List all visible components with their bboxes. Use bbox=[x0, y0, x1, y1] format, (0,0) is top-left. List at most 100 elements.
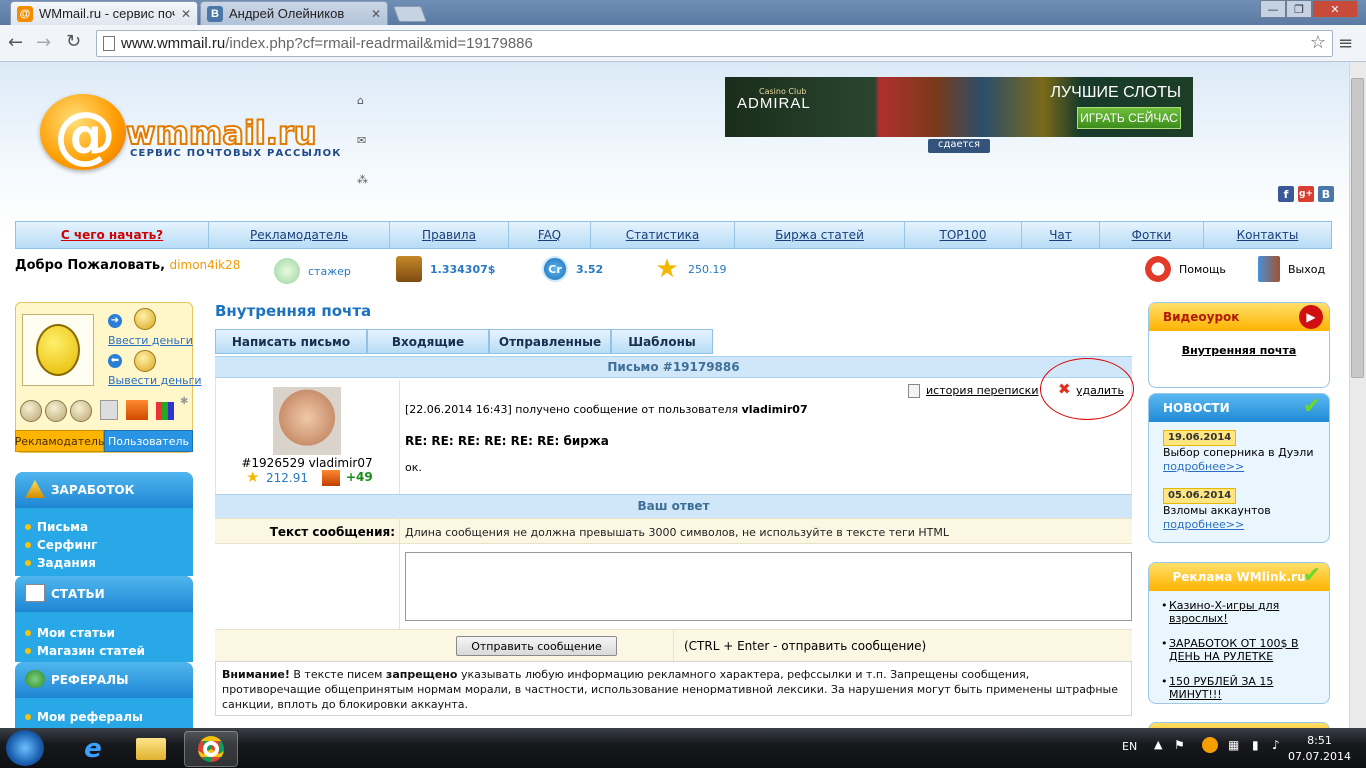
bookmark-star-icon[interactable]: ☆ bbox=[1310, 32, 1326, 53]
role-advertiser-button[interactable]: Рекламодатель bbox=[15, 430, 104, 452]
role-user-button[interactable]: Пользователь bbox=[104, 430, 193, 452]
reload-icon[interactable]: ↻ bbox=[66, 31, 81, 52]
news-more-link[interactable]: подробнее>> bbox=[1163, 460, 1244, 473]
help-link[interactable]: Помощь bbox=[1145, 256, 1226, 282]
chrome-taskbar-icon[interactable] bbox=[184, 731, 238, 767]
clock[interactable]: 8:51 07.07.2014 bbox=[1288, 733, 1351, 765]
main-nav: С чего начать? Рекламодатель Правила FAQ… bbox=[15, 221, 1332, 249]
video-lesson-link[interactable]: Внутренняя почта bbox=[1149, 331, 1329, 357]
video-lesson-header[interactable]: Видеоурок ▶ bbox=[1149, 303, 1329, 331]
deposit-link[interactable]: Ввести деньги bbox=[108, 334, 193, 347]
news-title: НОВОСТИ bbox=[1163, 401, 1230, 415]
news-more-link[interactable]: подробнее>> bbox=[1163, 518, 1244, 531]
balance-value[interactable]: 1.334307$ bbox=[430, 263, 495, 276]
gear-icon[interactable]: ✱ bbox=[180, 396, 188, 407]
scrollbar-thumb[interactable] bbox=[1351, 78, 1364, 378]
withdraw-link[interactable]: Вывести деньги bbox=[108, 374, 202, 387]
back-icon[interactable]: ← bbox=[8, 32, 23, 53]
forward-icon[interactable]: → bbox=[36, 32, 51, 53]
ad-link[interactable]: Казино-Х-игры для взрослых! bbox=[1169, 599, 1279, 625]
nav-faq[interactable]: FAQ bbox=[509, 222, 591, 248]
play-icon[interactable]: ▶ bbox=[1299, 305, 1323, 329]
browser-tab-active[interactable]: @ WMmail.ru - сервис почт ✕ bbox=[10, 1, 198, 25]
logout-label[interactable]: Выход bbox=[1288, 263, 1325, 276]
browser-menu-icon[interactable]: ≡ bbox=[1338, 33, 1353, 54]
tray-signal-icon[interactable]: ▮ bbox=[1252, 738, 1259, 752]
help-label[interactable]: Помощь bbox=[1179, 263, 1226, 276]
ads-header: Реклама WMlink.ru ✔ bbox=[1149, 563, 1329, 591]
nav-top100[interactable]: TOP100 bbox=[905, 222, 1022, 248]
tray-app-icon[interactable] bbox=[1202, 737, 1218, 753]
nav-advertiser[interactable]: Рекламодатель bbox=[209, 222, 390, 248]
browser-tab-vk[interactable]: B Андрей Олейников ✕ bbox=[200, 1, 388, 25]
internet-explorer-icon[interactable]: e bbox=[66, 731, 120, 767]
maximize-button[interactable]: ❐ bbox=[1286, 0, 1312, 18]
send-divider bbox=[673, 629, 674, 661]
referrals-header[interactable]: РЕФЕРАЛЫ bbox=[15, 662, 193, 698]
tray-network-icon[interactable]: ▦ bbox=[1228, 738, 1239, 752]
tray-arrow-icon[interactable]: ▲ bbox=[1154, 738, 1162, 751]
ad-link[interactable]: ЗАРАБОТОК ОТ 100$ В ДЕНЬ НА РУЛЕТКЕ bbox=[1169, 637, 1299, 663]
ad-link[interactable]: 150 РУБЛЕЙ ЗА 15 МИНУТ!!! bbox=[1169, 675, 1273, 701]
nav-start[interactable]: С чего начать? bbox=[16, 222, 209, 248]
tab-sent[interactable]: Отправленные bbox=[489, 329, 611, 354]
sender-avatar[interactable] bbox=[273, 387, 341, 455]
smiley-avatar-icon bbox=[36, 324, 80, 376]
earnings-header[interactable]: ЗАРАБОТОК bbox=[15, 472, 193, 508]
earnings-link-surfing[interactable]: Серфинг bbox=[15, 536, 193, 554]
tab-close-icon[interactable]: ✕ bbox=[371, 7, 381, 21]
home-icon[interactable]: ⌂ bbox=[357, 94, 364, 107]
tray-flag-icon[interactable]: ⚑ bbox=[1174, 738, 1185, 752]
logout-door-icon bbox=[1258, 256, 1280, 282]
rent-label[interactable]: сдается bbox=[928, 139, 990, 153]
reply-textarea[interactable] bbox=[405, 552, 1132, 621]
new-tab-button[interactable] bbox=[393, 6, 427, 22]
earnings-link-letters[interactable]: Письма bbox=[15, 518, 193, 536]
minimize-button[interactable]: — bbox=[1260, 0, 1286, 18]
articles-header[interactable]: СТАТЬИ bbox=[15, 576, 193, 612]
articles-link-mine[interactable]: Мои статьи bbox=[15, 624, 193, 642]
nav-article-exchange[interactable]: Биржа статей bbox=[735, 222, 905, 248]
language-indicator[interactable]: EN bbox=[1122, 740, 1137, 753]
history-doc-icon bbox=[908, 384, 920, 398]
tab-compose[interactable]: Написать письмо bbox=[215, 329, 367, 354]
nav-chat[interactable]: Чат bbox=[1022, 222, 1100, 248]
google-plus-icon[interactable]: g+ bbox=[1298, 186, 1314, 202]
sitemap-icon[interactable]: ⁂ bbox=[357, 173, 368, 186]
ad-banner[interactable]: Casino Club ADMIRAL ЛУЧШИЕ СЛОТЫ ИГРАТЬ … bbox=[725, 77, 1193, 137]
notepad-icon[interactable] bbox=[100, 400, 118, 420]
nav-contacts[interactable]: Контакты bbox=[1204, 222, 1331, 248]
received-user[interactable]: vladimir07 bbox=[742, 403, 808, 416]
articles-link-shop[interactable]: Магазин статей bbox=[15, 642, 193, 660]
send-button[interactable]: Отправить сообщение bbox=[456, 636, 617, 656]
vk-icon[interactable]: B bbox=[1318, 186, 1334, 202]
close-window-button[interactable]: ✕ bbox=[1312, 0, 1358, 18]
address-bar[interactable]: www.wmmail.ru/index.php?cf=rmail-readrma… bbox=[96, 30, 1333, 57]
mail-icon[interactable]: ✉ bbox=[357, 134, 366, 147]
tab-close-icon[interactable]: ✕ bbox=[181, 7, 191, 21]
status-stat: стажер bbox=[274, 258, 351, 284]
history-link[interactable]: история переписки bbox=[926, 384, 1038, 397]
tab-templates[interactable]: Шаблоны bbox=[611, 329, 713, 354]
news-date: 05.06.2014 bbox=[1163, 488, 1237, 504]
nav-rules[interactable]: Правила bbox=[390, 222, 509, 248]
tray-volume-icon[interactable]: ♪ bbox=[1272, 738, 1280, 752]
tab-inbox[interactable]: Входящие bbox=[367, 329, 489, 354]
facebook-icon[interactable]: f bbox=[1278, 186, 1294, 202]
earnings-link-tasks[interactable]: Задания bbox=[15, 554, 193, 572]
credits-value[interactable]: 3.52 bbox=[576, 263, 603, 276]
username-link[interactable]: dimon4ik28 bbox=[170, 258, 241, 272]
logo-text[interactable]: wmmail.ru bbox=[125, 113, 317, 153]
nav-statistics[interactable]: Статистика bbox=[591, 222, 735, 248]
banner-cta[interactable]: ИГРАТЬ СЕЙЧАС bbox=[1077, 107, 1181, 129]
user-avatar[interactable] bbox=[22, 314, 94, 386]
chart-icon[interactable] bbox=[156, 402, 174, 420]
chest-icon bbox=[322, 470, 340, 486]
start-button-icon[interactable] bbox=[6, 730, 44, 766]
nav-photos[interactable]: Фотки bbox=[1100, 222, 1204, 248]
referrals-link-mine[interactable]: Мои рефералы bbox=[15, 708, 193, 726]
sender-id[interactable]: #1926529 vladimir07 bbox=[215, 456, 399, 470]
logout-link[interactable]: Выход bbox=[1258, 256, 1325, 282]
chest-icon[interactable] bbox=[126, 400, 148, 420]
explorer-folder-icon[interactable] bbox=[124, 731, 178, 767]
